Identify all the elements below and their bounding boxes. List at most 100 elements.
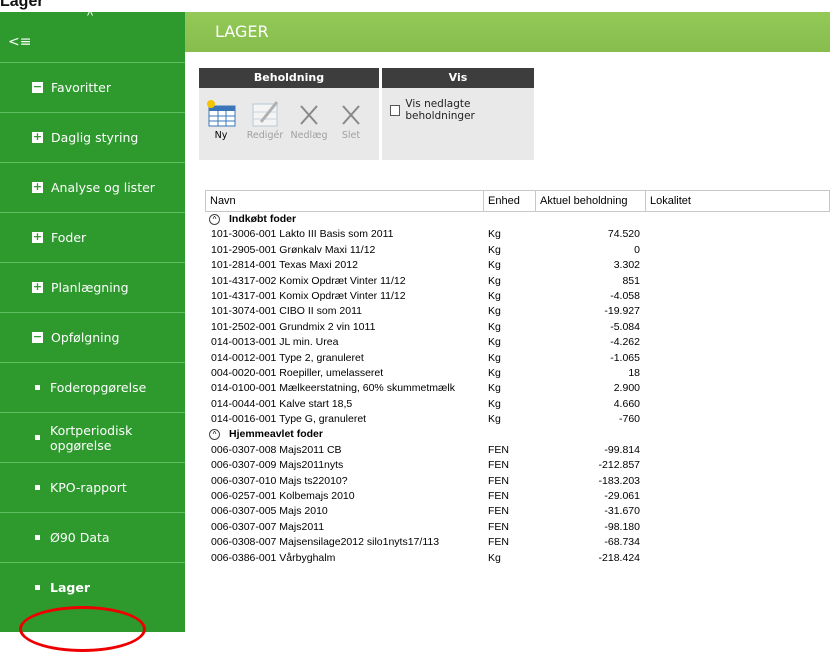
sidebar-item[interactable]: Ø90 Data <box>0 512 185 562</box>
column-header-lokalitet[interactable]: Lokalitet <box>646 191 830 211</box>
cell-beholdning: -99.814 <box>604 443 640 456</box>
table-row[interactable]: 006-0386-001 Vårbyghalm Kg -218.424 <box>205 551 830 566</box>
sidebar-item[interactable]: Foderopgørelse <box>0 362 185 412</box>
table-row[interactable]: 006-0307-008 Majs2011 CB FEN -99.814 <box>205 443 830 458</box>
table-row[interactable]: 006-0307-007 Majs2011 FEN -98.180 <box>205 520 830 535</box>
caption-text: Lager <box>0 0 44 10</box>
checkbox-box[interactable] <box>390 104 401 116</box>
table-row[interactable]: 101-4317-002 Komix Opdræt Vinter 11/12 Kg… <box>205 274 830 289</box>
collapse-group-icon[interactable]: ^ <box>209 214 220 225</box>
cell-enhed: FEN <box>488 443 509 456</box>
sidebar-item[interactable]: − Opfølgning <box>0 312 185 362</box>
collapse-group-icon[interactable]: ^ <box>209 429 220 441</box>
table-row[interactable]: 014-0012-001 Type 2, granuleret Kg -1.065 <box>205 351 830 366</box>
sidebar-item-label: Opfølgning <box>51 330 120 345</box>
expand-icon: + <box>32 130 43 143</box>
edit-button[interactable]: Redigér <box>245 98 285 141</box>
delete-button[interactable]: Slet <box>331 98 371 141</box>
cell-enhed: Kg <box>488 413 501 426</box>
table-row[interactable]: 101-4317-001 Komix Opdræt Vinter 11/12 Kg… <box>205 289 830 304</box>
cell-navn: 006-0307-007 Majs2011 <box>211 520 325 533</box>
sidebar-item-label: KPO-rapport <box>50 480 127 495</box>
table-row[interactable]: 014-0013-001 JL min. Urea Kg -4.262 <box>205 335 830 350</box>
group-name: Hjemmeavlet foder <box>229 428 323 441</box>
highlight-circle <box>19 606 146 652</box>
cell-enhed: Kg <box>488 551 501 564</box>
sidebar-item[interactable]: + Analyse og lister <box>0 162 185 212</box>
sidebar-item[interactable]: Lager <box>0 562 185 612</box>
new-button-label: Ny <box>214 130 228 141</box>
table-row[interactable]: 006-0308-007 Majsensilage2012 silo1nyts1… <box>205 535 830 550</box>
table-row[interactable]: 006-0257-001 Kolbemajs 2010 FEN -29.061 <box>205 489 830 504</box>
cell-enhed: FEN <box>488 474 509 487</box>
cell-navn: 014-0012-001 Type 2, granuleret <box>211 351 364 364</box>
bullet-icon <box>35 485 40 490</box>
cell-navn: 006-0257-001 Kolbemajs 2010 <box>211 490 355 503</box>
cell-enhed: Kg <box>488 382 501 395</box>
table-row[interactable]: 014-0016-001 Type G, granuleret Kg -760 <box>205 412 830 427</box>
bullet-icon <box>35 385 40 390</box>
cell-enhed: FEN <box>488 536 509 549</box>
table-row[interactable]: 101-3006-001 Lakto III Basis som 2011 Kg 7… <box>205 227 830 242</box>
cell-enhed: FEN <box>488 505 509 518</box>
new-button[interactable]: Ny <box>201 98 241 141</box>
sidebar-item[interactable]: + Daglig styring <box>0 112 185 162</box>
table-row[interactable]: 101-2905-001 Grønkalv Maxi 11/12 Kg 0 <box>205 243 830 258</box>
table-row[interactable]: 006-0307-010 Majs ts22010? FEN -183.203 <box>205 474 830 489</box>
group-row[interactable]: ^ Hjemmeavlet foder <box>205 427 830 442</box>
cell-beholdning: -212.857 <box>598 459 640 472</box>
sidebar-item-label: Planlægning <box>51 280 129 295</box>
cell-beholdning: -1.065 <box>610 351 640 364</box>
ribbon-group-title: Beholdning <box>199 68 379 88</box>
cell-beholdning: -5.084 <box>610 320 640 333</box>
cell-navn: 006-0307-009 Majs2011nyts <box>211 459 344 472</box>
table-row[interactable]: 014-0044-001 Kalve start 18,5 Kg 4.660 <box>205 397 830 412</box>
cell-enhed: Kg <box>488 274 501 287</box>
cell-enhed: Kg <box>488 397 501 410</box>
column-header-enhed[interactable]: Enhed <box>484 191 536 211</box>
nedlaeg-button[interactable]: Nedlæg <box>289 98 329 141</box>
sidebar-item[interactable]: KPO-rapport <box>0 462 185 512</box>
cell-beholdning: 4.660 <box>613 397 640 410</box>
bullet-icon <box>35 585 40 590</box>
table-row[interactable]: 101-2502-001 Grundmix 2 vin 1011 Kg -5.084 <box>205 320 830 335</box>
column-header-aktuel-beholdning[interactable]: Aktuel beholdning <box>536 191 646 211</box>
cell-navn: 006-0307-010 Majs ts22010? <box>211 474 348 487</box>
collapse-icon: − <box>32 330 43 343</box>
cell-beholdning: 74.520 <box>607 228 640 241</box>
table-row[interactable]: 101-3074-001 CIBO II som 2011 Kg -19.927 <box>205 304 830 319</box>
table-body: ^ Indkøbt foder 101-3006-001 Lakto III Bas… <box>205 212 830 566</box>
cell-beholdning: -4.262 <box>610 336 640 349</box>
cell-enhed: Kg <box>488 320 501 333</box>
expand-icon: + <box>32 230 43 243</box>
menu-toggle-icon[interactable]: <≡ <box>8 34 31 50</box>
table-row[interactable]: 101-2814-001 Texas Maxi 2012 Kg 3.302 <box>205 258 830 273</box>
cell-navn: 014-0044-001 Kalve start 18,5 <box>211 397 353 410</box>
column-header-navn[interactable]: Navn <box>206 191 484 211</box>
sidebar-item-label: Favoritter <box>51 80 111 95</box>
cell-beholdning: -760 <box>618 413 640 426</box>
cell-beholdning: -68.734 <box>604 536 640 549</box>
cell-enhed: Kg <box>488 366 501 379</box>
ribbon-group-vis: Vis Vis nedlagte beholdninger <box>382 68 534 160</box>
collapse-up-icon[interactable]: ^ <box>87 8 93 23</box>
delete-button-label: Slet <box>341 130 361 141</box>
table-row[interactable]: 004-0020-001 Roepiller, umelasseret Kg 18 <box>205 366 830 381</box>
show-closed-checkbox[interactable]: Vis nedlagte beholdninger <box>390 98 534 122</box>
table-row[interactable]: 006-0307-009 Majs2011nyts FEN -212.857 <box>205 458 830 473</box>
cell-beholdning: -31.670 <box>604 505 640 518</box>
sidebar-item[interactable]: Kortperiodisk opgørelse <box>0 412 185 462</box>
sidebar-item[interactable]: + Planlægning <box>0 262 185 312</box>
cell-navn: 101-2502-001 Grundmix 2 vin 1011 <box>211 320 376 333</box>
table-row[interactable]: 014-0100-001 Mælkeerstatning, 60% skumme… <box>205 381 830 396</box>
sidebar-item[interactable]: + Foder <box>0 212 185 262</box>
cell-navn: 014-0100-001 Mælkeerstatning, 60% skumme… <box>211 382 455 395</box>
sidebar-item[interactable]: − Favoritter <box>0 62 185 112</box>
expand-icon: + <box>32 180 43 193</box>
cell-navn: 101-3006-001 Lakto III Basis som 2011 <box>211 228 394 241</box>
new-table-icon <box>207 100 236 127</box>
cell-navn: 006-0386-001 Vårbyghalm <box>211 551 336 564</box>
table-row[interactable]: 006-0307-005 Majs 2010 FEN -31.670 <box>205 504 830 519</box>
group-row[interactable]: ^ Indkøbt foder <box>205 212 830 227</box>
cell-beholdning: -29.061 <box>604 490 640 503</box>
